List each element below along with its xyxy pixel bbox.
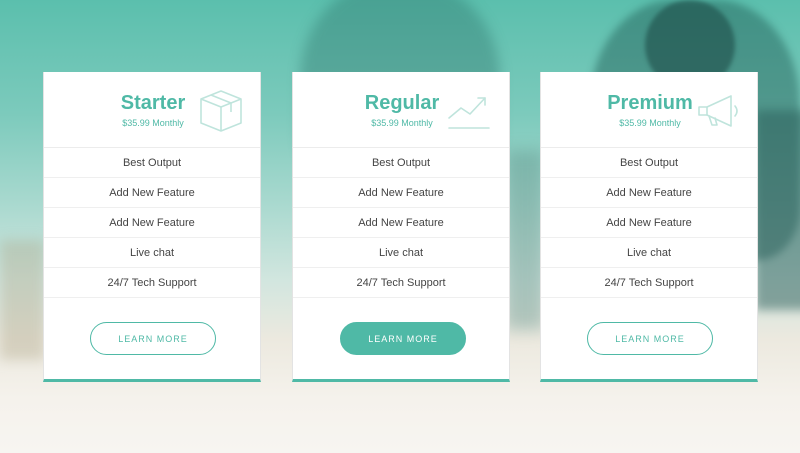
learn-more-button[interactable]: LEARN MORE [340, 322, 466, 355]
feature-item: 24/7 Tech Support [541, 268, 757, 298]
feature-item: Best Output [293, 148, 509, 178]
background-shadow [505, 150, 545, 330]
feature-item: Best Output [541, 148, 757, 178]
feature-item: Add New Feature [44, 178, 260, 208]
feature-list: Best Output Add New Feature Add New Feat… [44, 148, 260, 298]
background-dark-edge [755, 110, 800, 310]
feature-item: Add New Feature [44, 208, 260, 238]
pricing-card-regular: Regular $35.99 Monthly Best Output Add N… [292, 72, 510, 382]
feature-item: Add New Feature [293, 178, 509, 208]
learn-more-button[interactable]: LEARN MORE [90, 322, 216, 355]
learn-more-button[interactable]: LEARN MORE [587, 322, 713, 355]
feature-list: Best Output Add New Feature Add New Feat… [541, 148, 757, 298]
feature-item: Add New Feature [541, 208, 757, 238]
trend-chart-icon [448, 97, 490, 129]
feature-item: 24/7 Tech Support [293, 268, 509, 298]
feature-item: Add New Feature [293, 208, 509, 238]
feature-item: Add New Feature [541, 178, 757, 208]
feature-item: Best Output [44, 148, 260, 178]
megaphone-icon [698, 95, 738, 127]
box-icon [200, 90, 242, 132]
card-header: Premium $35.99 Monthly [541, 72, 757, 148]
card-header: Regular $35.99 Monthly [293, 72, 509, 148]
feature-item: Live chat [293, 238, 509, 268]
pricing-card-starter: Starter $35.99 Monthly Best Output Add N… [43, 72, 261, 382]
pricing-card-premium: Premium $35.99 Monthly Best Output Add N… [540, 72, 758, 382]
feature-item: Live chat [44, 238, 260, 268]
card-header: Starter $35.99 Monthly [44, 72, 260, 148]
feature-item: 24/7 Tech Support [44, 268, 260, 298]
background-chair [0, 240, 45, 360]
feature-item: Live chat [541, 238, 757, 268]
feature-list: Best Output Add New Feature Add New Feat… [293, 148, 509, 298]
